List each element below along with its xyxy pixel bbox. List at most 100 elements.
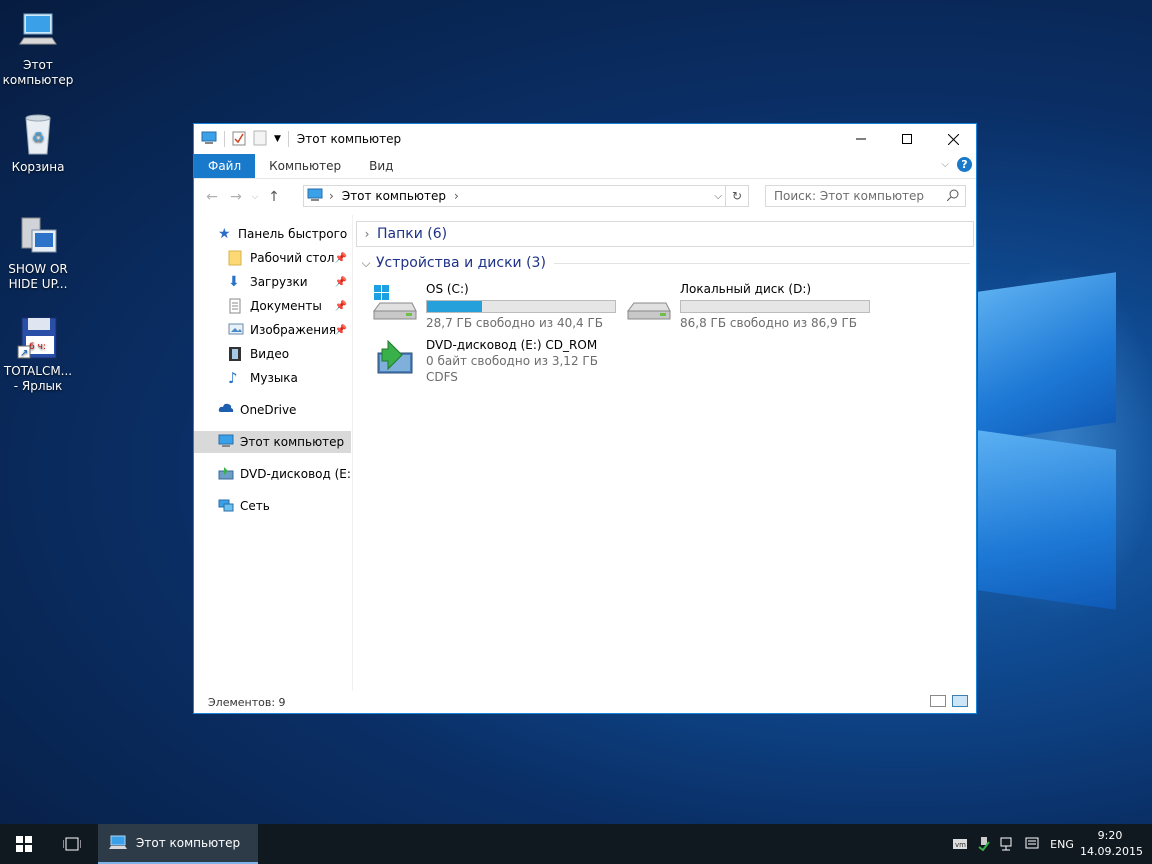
wallpaper-logo-pane [978, 430, 1116, 610]
customize-toolbar-icon[interactable]: ▼ [274, 134, 281, 144]
desktop-icon-label: TOTALCM... - Ярлык [3, 364, 73, 393]
search-icon[interactable] [946, 189, 959, 204]
nav-label: OneDrive [240, 403, 297, 417]
tab-computer[interactable]: Компьютер [255, 154, 355, 178]
desktop-icon-recycle-bin[interactable]: ♻ Корзина [0, 112, 76, 175]
taskbar: Этот компьютер vm ENG 9:20 14.09.2015 [0, 824, 1152, 864]
recent-locations-chevron-icon[interactable]: ⌵ [248, 192, 262, 202]
nav-downloads[interactable]: ⬇ Загрузки 📌 [194, 271, 351, 293]
nav-pictures[interactable]: Изображения 📌 [194, 319, 351, 341]
clock[interactable]: 9:20 14.09.2015 [1080, 828, 1143, 860]
drive-name: OS (C:) [426, 282, 469, 296]
this-pc-icon [109, 835, 127, 849]
task-view-button[interactable] [48, 824, 96, 864]
nav-music[interactable]: ♪ Музыка [194, 367, 351, 389]
desktop-icon-show-hide[interactable]: SHOW OR HIDE UP... [0, 214, 76, 292]
this-pc-icon [201, 131, 217, 148]
wallpaper-logo-pane [978, 272, 1116, 442]
recycle-bin-icon: ♻ [16, 112, 60, 156]
task-view-icon [63, 837, 81, 851]
breadcrumb-separator-icon[interactable]: › [329, 189, 334, 203]
refresh-icon[interactable]: ↻ [725, 186, 748, 206]
address-dropdown-icon[interactable]: ⌵ [714, 191, 722, 202]
desktop-icon-this-pc[interactable]: Этот компьютер [0, 10, 76, 88]
group-devices[interactable]: ⌵ Устройства и диски (3) [356, 251, 974, 275]
hard-drive-icon [626, 281, 674, 325]
drive-filesystem: CDFS [426, 370, 458, 384]
pin-icon[interactable]: 📌 [335, 253, 347, 264]
dvd-drive-icon [218, 466, 234, 482]
video-icon [228, 346, 244, 362]
maximize-button[interactable] [884, 124, 930, 154]
title-bar: ▼ Этот компьютер [194, 124, 976, 154]
nav-videos[interactable]: Видео [194, 343, 351, 365]
tab-file[interactable]: Файл [194, 154, 256, 178]
nav-label: Загрузки [250, 275, 308, 289]
totalcmd-shortcut-icon: 6 ч: ↗ [16, 316, 60, 360]
search-placeholder: Поиск: Этот компьютер [774, 189, 925, 203]
nav-onedrive[interactable]: OneDrive [194, 399, 351, 421]
up-button[interactable]: ↑ [262, 189, 286, 205]
chevron-right-icon[interactable]: › [357, 227, 377, 241]
dvd-drive-icon [372, 337, 420, 381]
nav-label: Рабочий стол [250, 251, 335, 265]
nav-label: Музыка [250, 371, 298, 385]
nav-desktop[interactable]: Рабочий стол 📌 [194, 247, 351, 269]
network-tray-icon[interactable] [996, 824, 1020, 864]
address-bar[interactable]: › Этот компьютер › ⌵ ↻ [303, 185, 749, 207]
drive-c[interactable]: OS (C:) 28,7 ГБ свободно из 40,4 ГБ [372, 281, 616, 331]
minimize-button[interactable] [838, 124, 884, 154]
drive-free-space: 0 байт свободно из 3,12 ГБ [426, 354, 598, 368]
usb-safe-remove-icon[interactable] [972, 824, 996, 864]
pin-icon[interactable]: 📌 [335, 301, 347, 312]
desktop-icon-totalcmd[interactable]: 6 ч: ↗ TOTALCM... - Ярлык [0, 316, 76, 394]
pin-icon[interactable]: 📌 [335, 325, 347, 336]
pictures-icon [228, 322, 244, 338]
forward-button[interactable]: → [224, 189, 248, 205]
document-icon [228, 298, 244, 314]
group-folders[interactable]: › Папки (6) [356, 221, 974, 247]
item-count: Элементов: 9 [208, 695, 286, 709]
pin-icon[interactable]: 📌 [335, 277, 347, 288]
window-title: Этот компьютер [296, 132, 402, 146]
svg-text:vm: vm [955, 841, 966, 849]
taskbar-app-explorer[interactable]: Этот компьютер [98, 824, 258, 864]
expand-ribbon-icon[interactable]: ⌵ [941, 159, 949, 170]
nav-documents[interactable]: Документы 📌 [194, 295, 351, 317]
nav-label: Видео [250, 347, 290, 361]
large-icons-view-icon[interactable] [952, 695, 968, 707]
this-pc-icon [307, 188, 323, 205]
details-view-icon[interactable] [930, 695, 946, 707]
this-pc-icon [218, 434, 234, 450]
back-button[interactable]: ← [200, 189, 224, 205]
drive-e-dvd[interactable]: DVD-дисковод (E:) CD_ROM 0 байт свободно… [372, 337, 598, 385]
vmware-tools-icon[interactable]: vm [948, 824, 972, 864]
new-folder-icon[interactable] [253, 130, 267, 149]
nav-this-pc[interactable]: Этот компьютер [194, 431, 351, 453]
download-icon: ⬇ [228, 274, 240, 290]
windows-logo-icon [16, 836, 32, 852]
start-button[interactable] [0, 824, 48, 864]
breadcrumb-separator-icon[interactable]: › [454, 189, 459, 203]
nav-dvd-drive[interactable]: DVD-дисковод (E:) CD_ROM [194, 463, 351, 485]
close-button[interactable] [930, 124, 976, 154]
properties-icon[interactable] [232, 130, 246, 149]
content-area: ★ Панель быстрого доступа Рабочий стол 📌… [194, 215, 976, 691]
chevron-down-icon[interactable]: ⌵ [356, 256, 376, 271]
drive-usage-fill [427, 301, 482, 312]
network-icon [218, 498, 234, 514]
group-label: Папки (6) [377, 226, 448, 242]
help-icon[interactable]: ? [957, 157, 972, 172]
group-label: Устройства и диски (3) [376, 255, 546, 271]
drive-d[interactable]: Локальный диск (D:) 86,8 ГБ свободно из … [626, 281, 870, 331]
search-input[interactable]: Поиск: Этот компьютер [765, 185, 966, 207]
toolbar-separator [287, 131, 289, 147]
nav-label: DVD-дисковод (E:) CD_ROM [240, 467, 351, 481]
nav-quick-access[interactable]: ★ Панель быстрого доступа [194, 223, 351, 245]
nav-network[interactable]: Сеть [194, 495, 351, 517]
input-language-indicator[interactable]: ENG [1044, 838, 1080, 851]
notifications-icon[interactable] [1020, 824, 1044, 864]
tab-view[interactable]: Вид [355, 154, 407, 178]
desktop-icon-label: Этот компьютер [2, 58, 74, 87]
breadcrumb-this-pc[interactable]: Этот компьютер [342, 189, 446, 203]
